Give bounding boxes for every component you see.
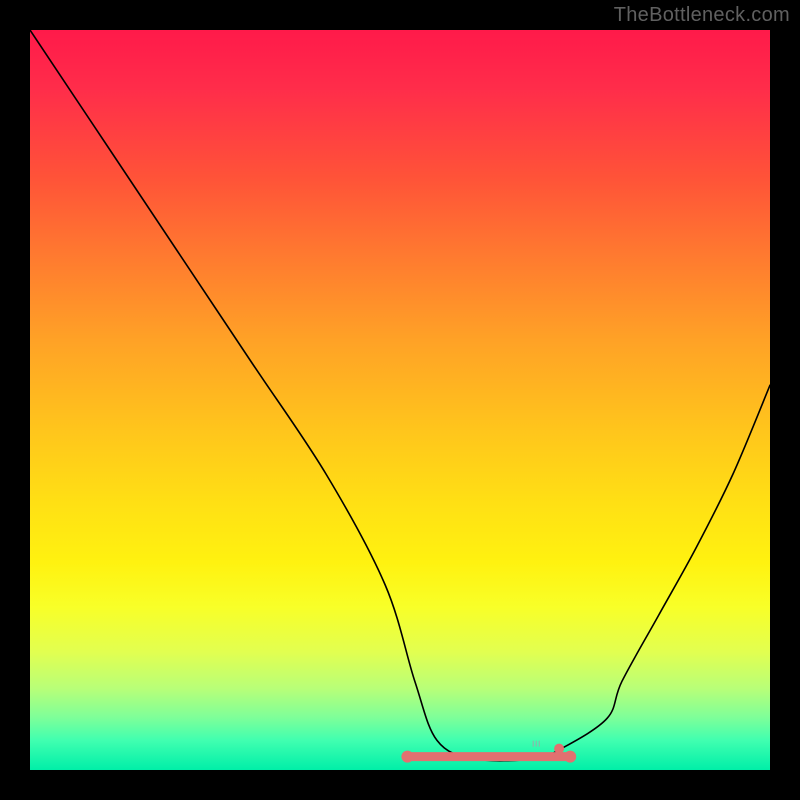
chart-area — [30, 30, 770, 770]
optimal-zone-markers — [30, 30, 770, 770]
attribution-text: TheBottleneck.com — [614, 4, 790, 27]
